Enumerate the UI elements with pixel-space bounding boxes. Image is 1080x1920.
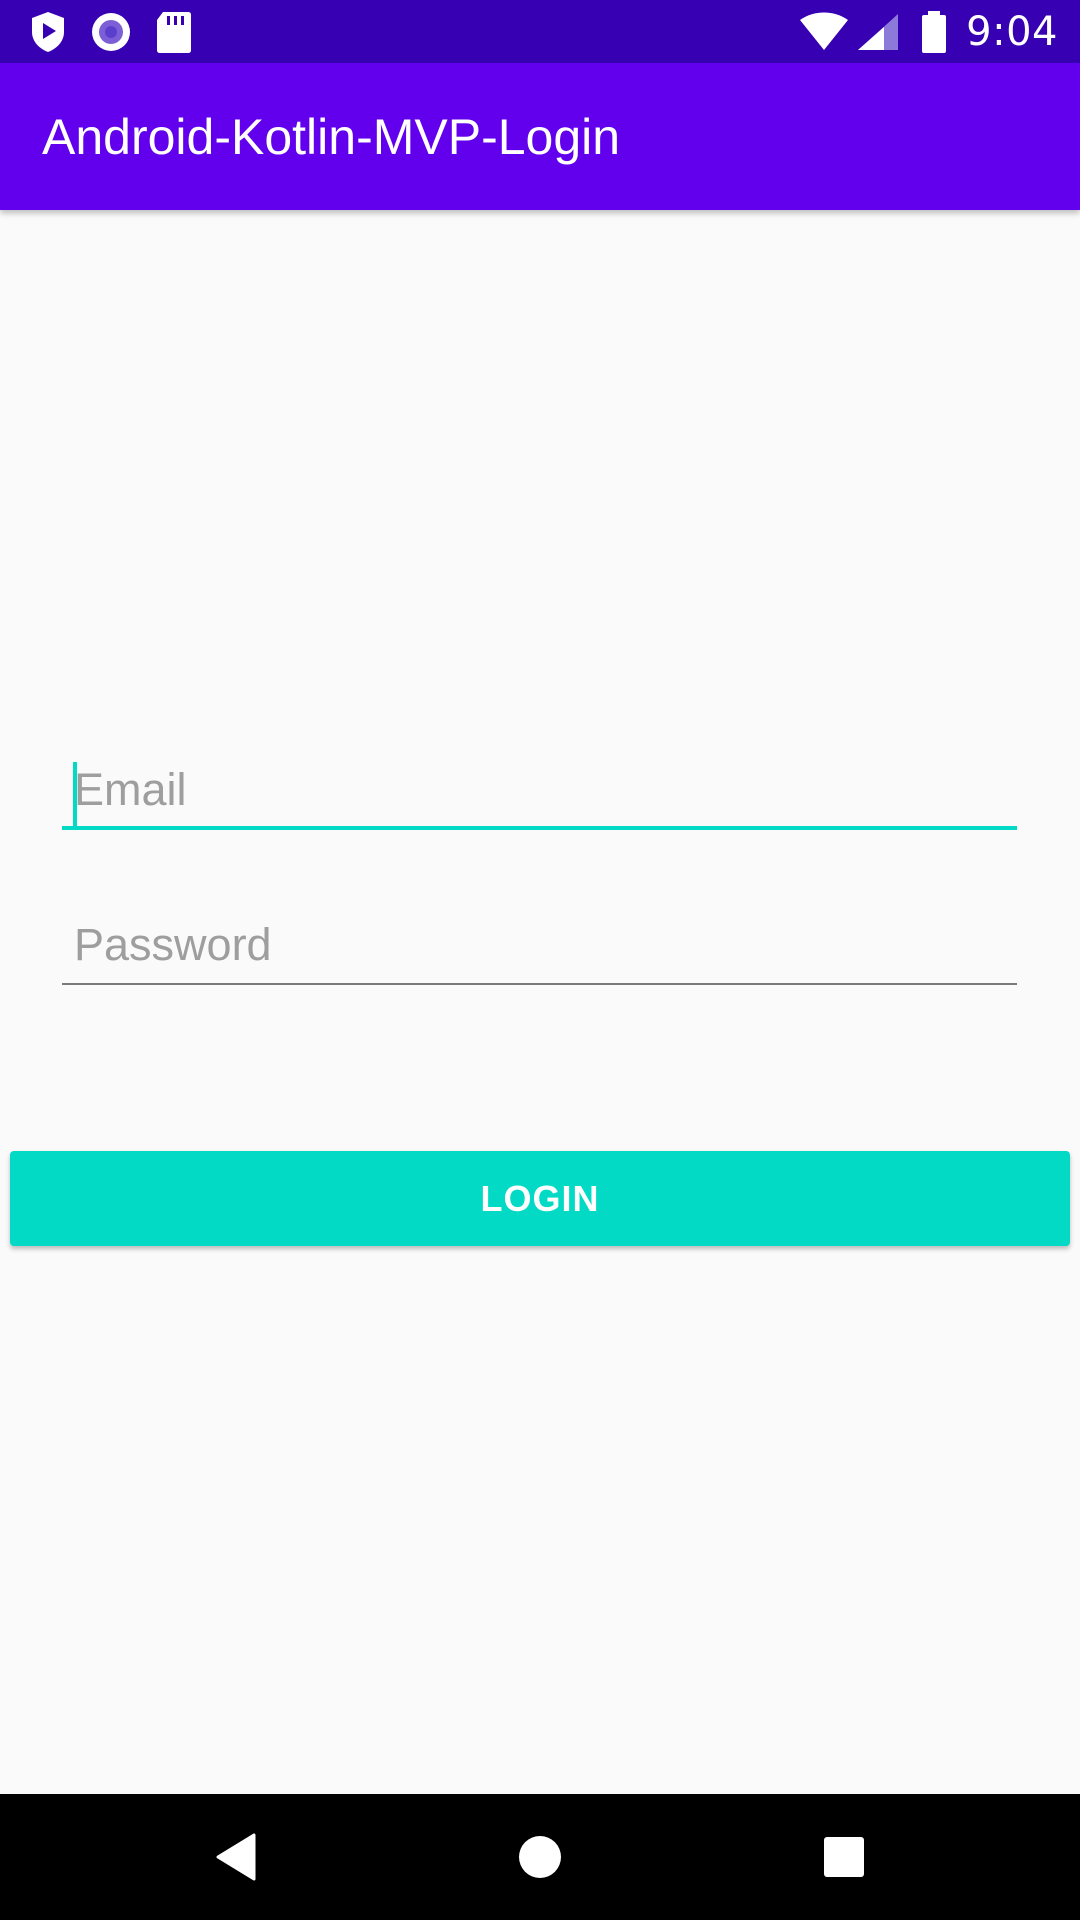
back-icon bbox=[216, 1833, 256, 1881]
status-time: 9:04 bbox=[966, 9, 1058, 55]
play-protect-icon bbox=[32, 12, 64, 52]
battery-icon bbox=[922, 11, 947, 53]
navigation-bar bbox=[0, 1794, 1080, 1920]
record-icon bbox=[92, 13, 130, 51]
home-icon bbox=[519, 1836, 561, 1878]
status-left-icons bbox=[32, 12, 191, 53]
status-right-icons: 9:04 bbox=[798, 8, 1058, 56]
recents-icon bbox=[824, 1837, 864, 1877]
wifi-icon bbox=[800, 12, 849, 50]
back-button[interactable] bbox=[176, 1794, 296, 1920]
email-underline bbox=[62, 826, 1017, 830]
login-button[interactable]: LOGIN bbox=[10, 1151, 1070, 1246]
email-input[interactable] bbox=[62, 750, 1017, 830]
recents-button[interactable] bbox=[784, 1794, 904, 1920]
email-field[interactable] bbox=[62, 750, 1017, 830]
app-bar: Android-Kotlin-MVP-Login bbox=[0, 63, 1080, 210]
text-cursor bbox=[73, 762, 77, 826]
password-input[interactable] bbox=[62, 905, 1017, 985]
password-underline bbox=[62, 983, 1017, 985]
sd-card-icon bbox=[157, 12, 191, 53]
cell-signal-icon bbox=[858, 14, 899, 50]
status-bar: 9:04 bbox=[0, 0, 1080, 63]
password-field[interactable] bbox=[62, 905, 1017, 985]
app-title: Android-Kotlin-MVP-Login bbox=[42, 109, 621, 165]
home-button[interactable] bbox=[480, 1794, 600, 1920]
